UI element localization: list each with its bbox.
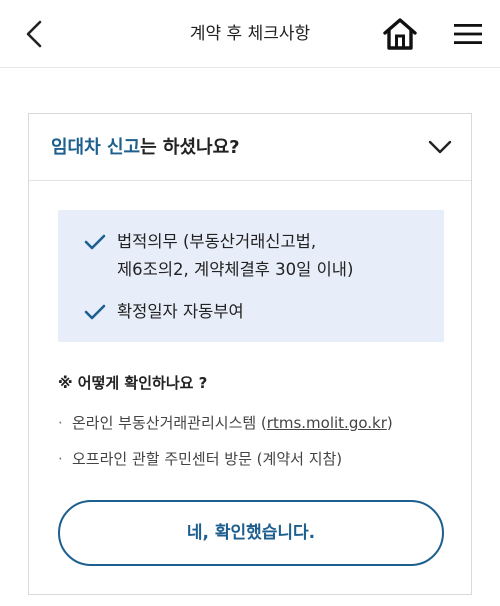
page-title: 계약 후 체크사항 [189,24,311,44]
card-header-toggle[interactable]: 임대차 신고는 하셨나요? [29,114,471,181]
list-item: · 오프라인 관할 주민센터 방문 (계약서 지참) [58,448,342,469]
app-header: 계약 후 체크사항 [0,0,500,68]
how-to-check-title: ※ 어떻게 확인하나요 ? [58,374,208,392]
menu-button[interactable] [448,14,488,54]
bullet-mark: · [58,450,63,468]
bullet-prefix: 온라인 부동산거래관리시스템 ( [72,414,267,432]
confirm-button[interactable]: 네, 확인했습니다. [58,500,444,566]
home-icon [383,18,417,50]
bullet-text: 오프라인 관할 주민센터 방문 (계약서 지참) [72,450,343,468]
check-icon [84,304,106,320]
back-button[interactable] [14,14,54,54]
question-highlight: 임대차 신고 [51,137,141,158]
home-button[interactable] [380,14,420,54]
question-rest: 는 하셨나요? [140,137,240,158]
info-box: 법적의무 (부동산거래신고법, 제6조의2, 계약체결후 30일 이내) 확정일… [58,210,444,342]
bullet-mark: · [58,414,63,432]
checklist-card: 임대차 신고는 하셨나요? 법적의무 (부동산거래신고법, 제6조의2, 계약체… [28,113,472,595]
list-item: · 온라인 부동산거래관리시스템 (rtms.molit.go.kr) [58,412,393,433]
bullet-suffix: ) [386,414,393,432]
check-icon [84,234,106,250]
info-item: 확정일자 자동부여 [83,298,244,326]
card-question: 임대차 신고는 하셨나요? [51,114,240,181]
info-item-text: 확정일자 자동부여 [117,302,244,321]
chevron-down-icon [428,140,452,154]
rtms-link[interactable]: rtms.molit.go.kr [267,414,387,432]
info-item-text: 법적의무 (부동산거래신고법, 제6조의2, 계약체결후 30일 이내) [117,232,354,279]
hamburger-menu-icon [454,24,482,44]
info-item: 법적의무 (부동산거래신고법, 제6조의2, 계약체결후 30일 이내) [83,228,353,284]
back-arrow-icon [26,20,42,48]
